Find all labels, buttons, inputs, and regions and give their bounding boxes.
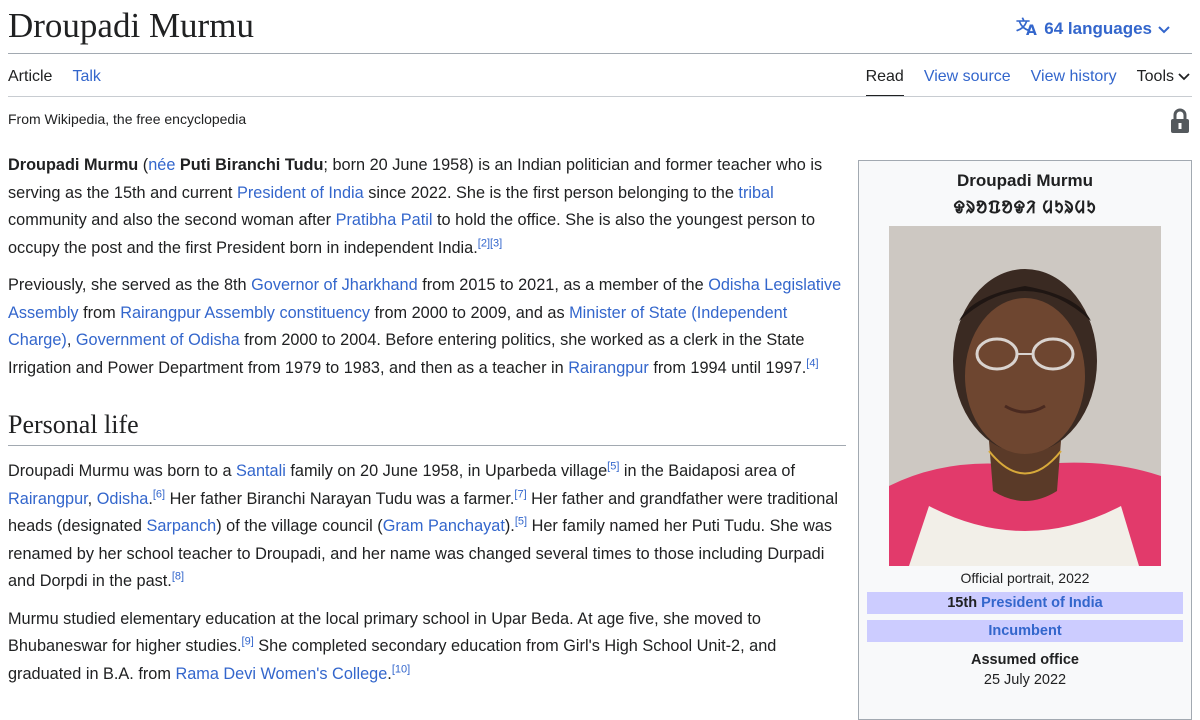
chevron-down-icon xyxy=(1178,68,1190,86)
tab-read[interactable]: Read xyxy=(865,68,904,97)
link-incumbent[interactable]: Incumbent xyxy=(988,623,1061,639)
assumed-office-label: Assumed office xyxy=(971,652,1079,668)
citation-10[interactable]: [10] xyxy=(392,663,410,675)
link-rairangpur[interactable]: Rairangpur xyxy=(568,359,649,377)
tab-article[interactable]: Article xyxy=(8,68,52,86)
article-body: Droupadi Murmu (née Puti Biranchi Tudu; … xyxy=(8,152,846,698)
citation-2-3[interactable]: [2][3] xyxy=(478,237,502,249)
link-nee[interactable]: née xyxy=(148,156,175,174)
link-sarpanch[interactable]: Sarpanch xyxy=(147,517,217,535)
languages-label: 64 languages xyxy=(1044,18,1152,38)
citation-5[interactable]: [5] xyxy=(607,461,619,473)
link-government-of-odisha[interactable]: Government of Odisha xyxy=(76,331,240,349)
link-tribal[interactable]: tribal xyxy=(738,184,773,202)
link-president-of-india[interactable]: President of India xyxy=(237,184,364,202)
citation-5[interactable]: [5] xyxy=(515,516,527,528)
tools-menu[interactable]: Tools xyxy=(1137,68,1190,97)
birth-name: Puti Biranchi Tudu xyxy=(179,156,324,174)
citation-6[interactable]: [6] xyxy=(153,488,165,500)
portrait-caption: Official portrait, 2022 xyxy=(960,570,1090,586)
tab-view-source[interactable]: View source xyxy=(924,68,1011,97)
portrait-image[interactable] xyxy=(889,226,1161,566)
link-odisha[interactable]: Odisha xyxy=(97,490,149,508)
tools-label: Tools xyxy=(1136,68,1174,85)
link-pratibha-patil[interactable]: Pratibha Patil xyxy=(336,211,433,229)
page-title: Droupadi Murmu xyxy=(8,6,254,45)
link-president-of-india[interactable]: President of India xyxy=(981,595,1103,611)
infobox-native-name: ᱫᱨᱚᱯᱚᱫᱤ ᱢᱩᱨᱢᱩ xyxy=(953,198,1097,217)
language-selector[interactable]: 文 A 64 languages xyxy=(1016,16,1170,41)
section-heading-personal-life: Personal life xyxy=(8,408,846,446)
citation-8[interactable]: [8] xyxy=(172,571,184,583)
chevron-down-icon xyxy=(1158,19,1170,39)
personal-paragraph-2: Murmu studied elementary education at th… xyxy=(8,609,777,683)
svg-text:A: A xyxy=(1026,23,1037,36)
link-rama-devi-womens-college[interactable]: Rama Devi Women's College xyxy=(175,665,387,683)
infobox: Droupadi Murmu ᱫᱨᱚᱯᱚᱫᱤ ᱢᱩᱨᱢᱩ Official po… xyxy=(858,160,1192,720)
link-santali[interactable]: Santali xyxy=(236,462,286,480)
intro-paragraph-2: Previously, she served as the 8th Govern… xyxy=(8,276,842,377)
link-rairangpur[interactable]: Rairangpur xyxy=(8,490,88,508)
namespace-tabs: Article Talk xyxy=(8,68,101,86)
view-tabs: Read View source View history Tools xyxy=(865,68,1190,97)
link-rairangpur-constituency[interactable]: Rairangpur Assembly constituency xyxy=(120,304,370,322)
link-gram-panchayat[interactable]: Gram Panchayat xyxy=(383,517,505,535)
link-governor-jharkhand[interactable]: Governor of Jharkhand xyxy=(251,276,418,294)
tabs-divider xyxy=(8,96,1192,97)
assumed-office-date: 25 July 2022 xyxy=(983,672,1067,688)
incumbent-band: Incumbent xyxy=(867,620,1183,642)
office-header: 15th President of India xyxy=(867,592,1183,614)
tab-view-history[interactable]: View history xyxy=(1031,68,1117,97)
lock-icon[interactable] xyxy=(1170,108,1190,139)
translate-icon: 文 A xyxy=(1016,16,1038,41)
infobox-title: Droupadi Murmu xyxy=(957,171,1093,190)
title-divider xyxy=(8,53,1192,54)
citation-7[interactable]: [7] xyxy=(514,488,526,500)
citation-9[interactable]: [9] xyxy=(242,636,254,648)
site-tagline: From Wikipedia, the free encyclopedia xyxy=(8,111,247,127)
citation-4[interactable]: [4] xyxy=(806,357,818,369)
intro-paragraph-1: Droupadi Murmu (née Puti Biranchi Tudu; … xyxy=(8,156,823,257)
personal-paragraph-1: Droupadi Murmu was born to a Santali fam… xyxy=(8,460,838,590)
tab-talk[interactable]: Talk xyxy=(72,68,100,86)
subject-name: Droupadi Murmu xyxy=(8,156,139,174)
